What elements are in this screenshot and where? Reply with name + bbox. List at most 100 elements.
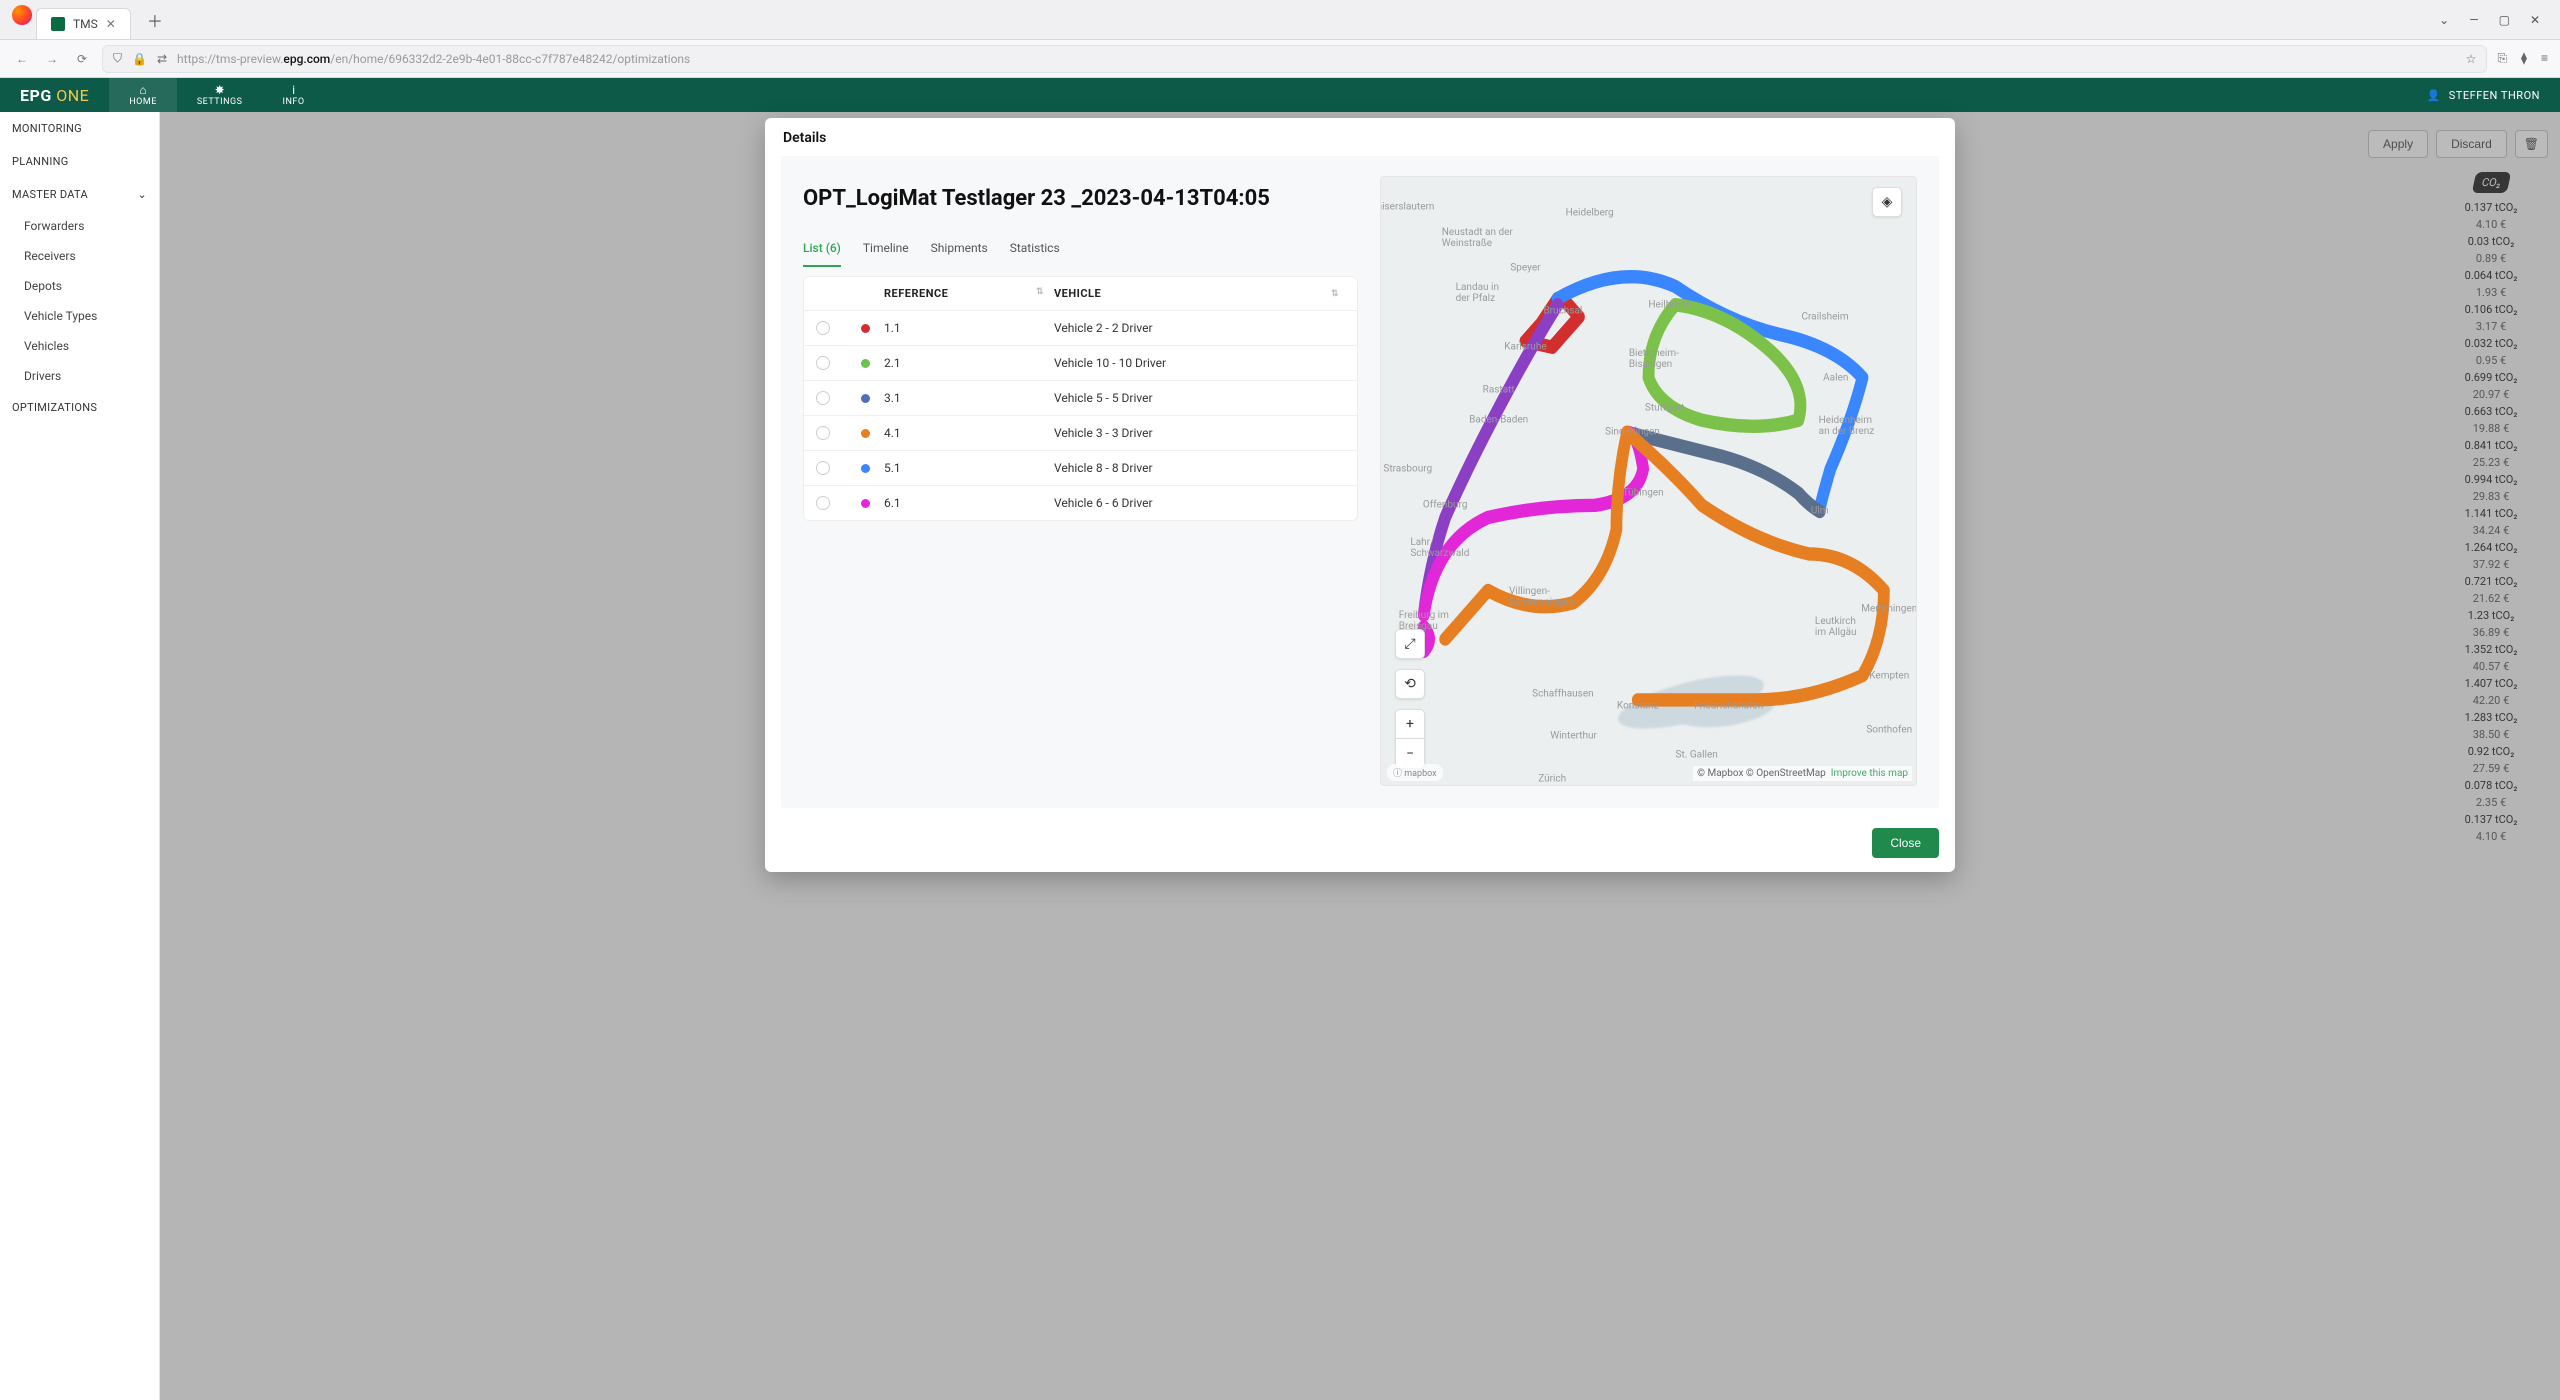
sort-icon: ⇅ xyxy=(1331,289,1349,299)
tab-statistics[interactable]: Statistics xyxy=(1010,235,1060,267)
tab-favicon xyxy=(51,17,65,31)
map-zoom-in-button[interactable]: + xyxy=(1395,709,1425,739)
row-reference: 3.1 xyxy=(884,391,1054,405)
info-icon: i xyxy=(292,84,295,96)
user-area[interactable]: 👤 STEFFEN THRON xyxy=(2427,89,2560,102)
sort-icon: ⇅ xyxy=(1036,287,1054,300)
route-color-dot xyxy=(861,359,870,368)
close-window-icon[interactable]: ✕ xyxy=(2530,13,2540,27)
row-vehicle: Vehicle 3 - 3 Driver xyxy=(1054,426,1325,440)
url-text: https://tms-preview.epg.com/en/home/6963… xyxy=(177,52,690,66)
row-radio[interactable] xyxy=(816,356,830,370)
map[interactable]: KaiserslauternHeidelbergNeustadt an derW… xyxy=(1380,176,1917,786)
tab-list[interactable]: List (6) xyxy=(803,235,841,267)
lock-icon: 🔒 xyxy=(132,52,147,66)
sidebar-optimizations[interactable]: OPTIMIZATIONS xyxy=(0,391,159,424)
sidebar: MONITORING PLANNING MASTER DATA⌄ Forward… xyxy=(0,112,160,1400)
target-icon: ⟲ xyxy=(1404,676,1416,692)
sidebar-item[interactable]: Receivers xyxy=(0,241,159,271)
row-reference: 1.1 xyxy=(884,321,1054,335)
tab-title: TMS xyxy=(73,17,98,31)
bookmark-star-icon[interactable]: ☆ xyxy=(2466,52,2477,66)
close-button[interactable]: Close xyxy=(1872,828,1939,858)
window-controls: ⌄ — ▢ ✕ xyxy=(2439,13,2552,27)
new-tab-button[interactable]: ＋ xyxy=(137,2,173,38)
row-vehicle: Vehicle 2 - 2 Driver xyxy=(1054,321,1325,335)
row-radio[interactable] xyxy=(816,426,830,440)
route-color-dot xyxy=(861,464,870,473)
sidebar-item[interactable]: Depots xyxy=(0,271,159,301)
home-icon: ⌂ xyxy=(139,84,146,96)
table-row[interactable]: 6.1Vehicle 6 - 6 Driver xyxy=(804,486,1357,520)
row-reference: 5.1 xyxy=(884,461,1054,475)
row-radio[interactable] xyxy=(816,461,830,475)
background-content: Apply Discard 🗑 CO₂ 0.137 tCO₂4.10 €0.03… xyxy=(160,112,2560,1400)
route-color-dot xyxy=(861,394,870,403)
sidebar-planning[interactable]: PLANNING xyxy=(0,145,159,178)
nav-info[interactable]: i INFO xyxy=(263,78,325,112)
row-radio[interactable] xyxy=(816,391,830,405)
maximize-icon[interactable]: ▢ xyxy=(2499,13,2510,27)
layers-icon: ◈ xyxy=(1882,194,1893,210)
table-row[interactable]: 3.1Vehicle 5 - 5 Driver xyxy=(804,381,1357,416)
browser-tab[interactable]: TMS ✕ xyxy=(36,8,131,39)
minus-icon: − xyxy=(1406,746,1414,762)
app-header: EPG ONE ⌂ HOME ✸ SETTINGS i INFO 👤 STEFF… xyxy=(0,78,2560,112)
expand-icon: ⤢ xyxy=(1404,636,1415,652)
row-radio[interactable] xyxy=(816,496,830,510)
row-vehicle: Vehicle 6 - 6 Driver xyxy=(1054,496,1325,510)
chevron-down-icon[interactable]: ⌄ xyxy=(2439,13,2449,27)
col-reference[interactable]: REFERENCE⇅ xyxy=(884,287,1054,300)
routes-table: REFERENCE⇅ VEHICLE ⇅ 1.1Vehicle 2 - 2 Dr… xyxy=(803,276,1358,521)
table-row[interactable]: 5.1Vehicle 8 - 8 Driver xyxy=(804,451,1357,486)
table-row[interactable]: 1.1Vehicle 2 - 2 Driver xyxy=(804,311,1357,346)
tab-timeline[interactable]: Timeline xyxy=(863,235,909,267)
url-bar-row: ← → ⟳ ⛉ 🔒 ⇄ https://tms-preview.epg.com/… xyxy=(0,40,2560,78)
map-attribution: © Mapbox © OpenStreetMap Improve this ma… xyxy=(1693,766,1912,781)
minimize-icon[interactable]: — xyxy=(2469,13,2478,27)
row-reference: 2.1 xyxy=(884,356,1054,370)
tab-shipments[interactable]: Shipments xyxy=(931,235,988,267)
route-color-dot xyxy=(861,429,870,438)
map-layers-button[interactable]: ◈ xyxy=(1872,187,1902,217)
nav-home[interactable]: ⌂ HOME xyxy=(109,78,177,112)
sidebar-monitoring[interactable]: MONITORING xyxy=(0,112,159,145)
sidebar-item[interactable]: Forwarders xyxy=(0,211,159,241)
hamburger-menu-icon[interactable]: ≡ xyxy=(2541,51,2548,66)
sidebar-item[interactable]: Drivers xyxy=(0,361,159,391)
row-vehicle: Vehicle 10 - 10 Driver xyxy=(1054,356,1325,370)
back-icon[interactable]: ← xyxy=(12,52,32,66)
chevron-down-icon: ⌄ xyxy=(137,188,147,201)
close-tab-icon[interactable]: ✕ xyxy=(106,17,116,31)
route-color-dot xyxy=(861,324,870,333)
row-reference: 4.1 xyxy=(884,426,1054,440)
route-color-dot xyxy=(861,499,870,508)
reader-icon[interactable]: ⎘ xyxy=(2497,51,2507,66)
plus-icon: + xyxy=(1406,716,1414,732)
row-reference: 6.1 xyxy=(884,496,1054,510)
reload-icon[interactable]: ⟳ xyxy=(72,52,92,66)
forward-icon[interactable]: → xyxy=(42,52,62,66)
extensions-icon[interactable]: ⧫ xyxy=(2521,51,2527,66)
modal-title: Details xyxy=(765,118,1955,152)
row-vehicle: Vehicle 8 - 8 Driver xyxy=(1054,461,1325,475)
nav-settings[interactable]: ✸ SETTINGS xyxy=(177,78,263,112)
detail-tabs: List (6) Timeline Shipments Statistics xyxy=(803,235,1358,268)
sidebar-item[interactable]: Vehicles xyxy=(0,331,159,361)
browser-tab-bar: TMS ✕ ＋ ⌄ — ▢ ✕ xyxy=(0,0,2560,40)
row-radio[interactable] xyxy=(816,321,830,335)
table-row[interactable]: 4.1Vehicle 3 - 3 Driver xyxy=(804,416,1357,451)
map-fullscreen-button[interactable]: ⤢ xyxy=(1395,629,1425,659)
sidebar-master-data[interactable]: MASTER DATA⌄ xyxy=(0,178,159,211)
details-modal: Details OPT_LogiMat Testlager 23 _2023-0… xyxy=(765,118,1955,872)
map-recenter-button[interactable]: ⟲ xyxy=(1395,669,1425,699)
improve-map-link[interactable]: Improve this map xyxy=(1831,768,1908,779)
url-input[interactable]: ⛉ 🔒 ⇄ https://tms-preview.epg.com/en/hom… xyxy=(102,45,2487,73)
logo: EPG ONE xyxy=(0,86,109,105)
user-icon: 👤 xyxy=(2427,89,2441,102)
table-row[interactable]: 2.1Vehicle 10 - 10 Driver xyxy=(804,346,1357,381)
optimization-title: OPT_LogiMat Testlager 23 _2023-04-13T04:… xyxy=(803,186,1358,211)
row-vehicle: Vehicle 5 - 5 Driver xyxy=(1054,391,1325,405)
sidebar-item[interactable]: Vehicle Types xyxy=(0,301,159,331)
col-vehicle[interactable]: VEHICLE xyxy=(1054,287,1325,300)
